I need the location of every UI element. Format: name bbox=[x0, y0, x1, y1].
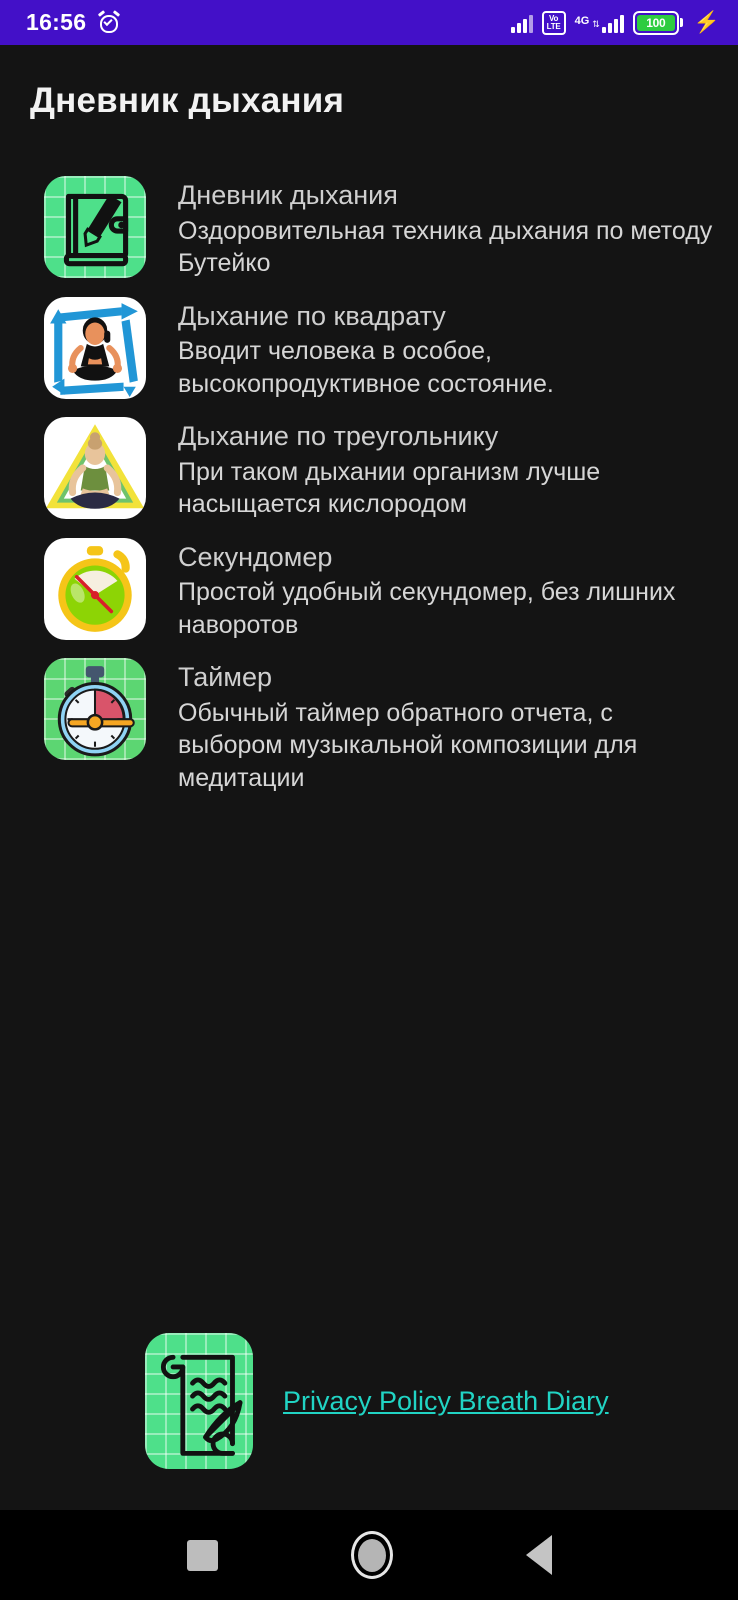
triangle-breathing-icon bbox=[44, 417, 146, 520]
list-item-title: Секундомер bbox=[178, 541, 333, 572]
network-4g-icon: 4G ⇅ bbox=[575, 13, 624, 33]
list-item-text: Дневник дыхания Оздоровительная техника … bbox=[146, 172, 718, 280]
square-breathing-icon bbox=[44, 296, 146, 399]
list-item-subtitle: Простой удобный секундомер, без лишних н… bbox=[178, 578, 676, 639]
page-title: Дневник дыхания bbox=[30, 81, 345, 120]
list-item-text: Дыхание по треугольнику При таком дыхани… bbox=[146, 413, 718, 521]
status-bar-clock: 16:56 bbox=[26, 9, 87, 35]
list-item-text: Дыхание по квадрату Вводит человека в ос… bbox=[146, 293, 718, 401]
recents-square-icon[interactable] bbox=[186, 1539, 218, 1571]
list-item-title: Таймер bbox=[178, 662, 272, 693]
timer-icon bbox=[44, 658, 146, 761]
list-item-text: Секундомер Простой удобный секундомер, б… bbox=[146, 534, 718, 642]
list-item[interactable]: Дневник дыхания Оздоровительная техника … bbox=[0, 172, 738, 280]
alarm-clock-icon bbox=[98, 9, 121, 34]
list-item-subtitle: Обычный таймер обратного отчета, с выбор… bbox=[178, 698, 638, 792]
list-item-title: Дыхание по треугольнику bbox=[178, 421, 499, 452]
list-item-title: Дыхание по квадрату bbox=[178, 300, 446, 331]
diary-pencil-icon bbox=[44, 176, 146, 278]
home-circle-icon[interactable] bbox=[350, 1531, 393, 1579]
list-item[interactable]: Секундомер Простой удобный секундомер, б… bbox=[0, 534, 738, 642]
list-item-text: Таймер Обычный таймер обратного отчета, … bbox=[146, 654, 718, 794]
privacy-policy-link[interactable]: Privacy Policy Breath Diary bbox=[283, 1386, 609, 1417]
battery-icon: 100 bbox=[632, 10, 683, 35]
phone-screen: 16:56 Vo LTE 4G ⇅ 100 ⚡ Дневник дыхания … bbox=[0, 0, 738, 1600]
stopwatch-icon bbox=[44, 537, 146, 640]
volte-icon: Vo LTE bbox=[541, 10, 566, 35]
status-bar-right: Vo LTE 4G ⇅ 100 ⚡ bbox=[510, 10, 720, 35]
list-item[interactable]: Таймер Обычный таймер обратного отчета, … bbox=[0, 654, 738, 794]
feature-list: Дневник дыхания Оздоровительная техника … bbox=[0, 172, 738, 807]
status-bar: 16:56 Vo LTE 4G ⇅ 100 ⚡ bbox=[0, 0, 738, 45]
list-item[interactable]: Дыхание по квадрату Вводит человека в ос… bbox=[0, 293, 738, 401]
list-item-title: Дневник дыхания bbox=[178, 180, 398, 210]
charging-bolt-icon: ⚡ bbox=[693, 11, 720, 34]
status-bar-left: 16:56 bbox=[26, 9, 121, 36]
back-triangle-icon[interactable] bbox=[525, 1535, 552, 1575]
list-item-subtitle: Вводит человека в особое, высокопродукти… bbox=[178, 337, 554, 398]
scroll-quill-icon bbox=[145, 1333, 253, 1469]
app-header: Дневник дыхания bbox=[0, 45, 738, 157]
list-item[interactable]: Дыхание по треугольнику При таком дыхани… bbox=[0, 413, 738, 521]
android-navigation-bar bbox=[0, 1510, 738, 1600]
signal-bars-icon bbox=[510, 13, 533, 33]
list-item-subtitle: При таком дыхании организм лучше насыщае… bbox=[178, 457, 601, 519]
privacy-policy-section[interactable]: Privacy Policy Breath Diary bbox=[0, 1333, 738, 1469]
battery-percent-label: 100 bbox=[646, 15, 666, 30]
list-item-subtitle: Оздоровительная техника дыхания по метод… bbox=[178, 216, 713, 278]
